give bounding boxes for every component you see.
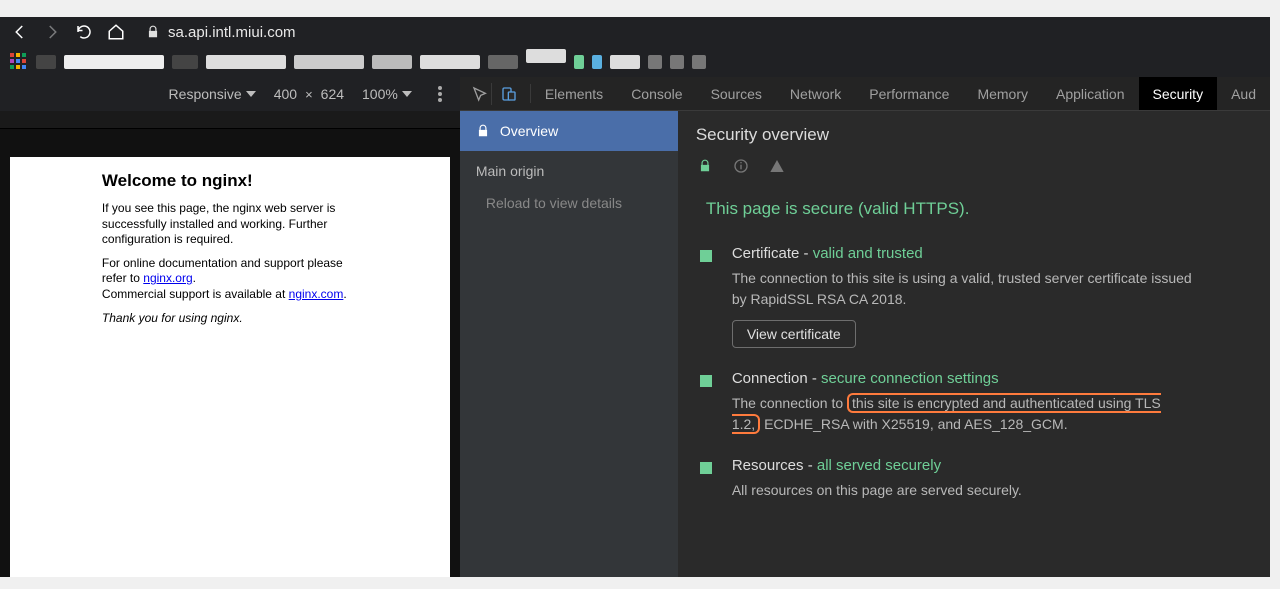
certificate-block: Certificate - valid and trusted The conn… (696, 245, 1252, 348)
chevron-down-icon (246, 91, 256, 97)
url-field[interactable]: sa.api.intl.miui.com (138, 24, 1260, 41)
nginx-thanks: Thank you for using nginx. (102, 311, 358, 327)
device-toggle-icon[interactable] (498, 83, 520, 105)
tab-console[interactable]: Console (617, 77, 696, 110)
bookmark-item[interactable] (610, 55, 640, 69)
address-bar: sa.api.intl.miui.com (0, 17, 1270, 48)
status-square-icon (700, 462, 712, 474)
zoom-selector[interactable]: 100% (362, 86, 412, 102)
resources-desc: All resources on this page are served se… (732, 480, 1192, 501)
view-certificate-button[interactable]: View certificate (732, 320, 856, 348)
bookmark-item[interactable] (420, 55, 480, 69)
viewport-canvas: Welcome to nginx! If you see this page, … (0, 129, 460, 577)
main-split: Responsive 400 × 624 100% (0, 77, 1270, 577)
info-icon (732, 157, 750, 175)
browser-window: sa.api.intl.miui.com Responsive (0, 17, 1270, 577)
certificate-title: Certificate - valid and trusted (732, 245, 1252, 262)
times-icon: × (305, 87, 313, 102)
connection-title: Connection - secure connection settings (732, 370, 1252, 387)
connection-block: Connection - secure connection settings … (696, 370, 1252, 435)
warning-icon (768, 157, 786, 175)
resources-title: Resources - all served securely (732, 457, 1252, 474)
bookmark-item[interactable] (526, 49, 566, 63)
status-square-icon (700, 250, 712, 262)
bookmark-item[interactable] (648, 55, 662, 69)
tab-security[interactable]: Security (1139, 77, 1218, 110)
sidebar-item-overview[interactable]: Overview (460, 111, 678, 151)
back-icon[interactable] (10, 22, 30, 42)
chevron-down-icon (402, 91, 412, 97)
kebab-icon[interactable] (438, 86, 442, 102)
sidebar-reload-hint: Reload to view details (460, 191, 678, 223)
bookmark-item[interactable] (36, 55, 56, 69)
bookmark-item[interactable] (372, 55, 412, 69)
certificate-desc: The connection to this site is using a v… (732, 268, 1192, 310)
bookmark-item[interactable] (574, 55, 584, 69)
bookmark-item[interactable] (488, 55, 518, 69)
bookmark-item[interactable] (294, 55, 364, 69)
tab-sources[interactable]: Sources (697, 77, 776, 110)
rendered-page: Welcome to nginx! If you see this page, … (10, 157, 450, 577)
secure-status-line: This page is secure (valid HTTPS). (696, 199, 1252, 219)
nginx-title: Welcome to nginx! (102, 171, 358, 191)
nginx-paragraph: For online documentation and support ple… (102, 256, 358, 303)
tab-audits[interactable]: Aud (1217, 77, 1270, 110)
reload-icon[interactable] (74, 22, 94, 42)
dimensions: 400 × 624 (274, 86, 344, 102)
lock-icon (476, 124, 490, 138)
bookmark-item[interactable] (670, 55, 684, 69)
bookmark-item[interactable] (206, 55, 286, 69)
inspect-icon[interactable] (470, 83, 492, 105)
bookmark-item[interactable] (172, 55, 198, 69)
status-square-icon (700, 375, 712, 387)
nginx-com-link[interactable]: nginx.com (289, 287, 344, 301)
lock-icon (696, 157, 714, 175)
zoom-label: 100% (362, 86, 398, 102)
tab-network[interactable]: Network (776, 77, 855, 110)
bookmark-item[interactable] (592, 55, 602, 69)
security-sidebar: Overview Main origin Reload to view deta… (460, 111, 678, 577)
sidebar-label: Overview (500, 123, 558, 139)
nginx-org-link[interactable]: nginx.org (143, 271, 192, 285)
home-icon[interactable] (106, 22, 126, 42)
ruler (0, 111, 460, 129)
bookmarks-bar (0, 48, 1270, 77)
tab-application[interactable]: Application (1042, 77, 1139, 110)
device-toolbar: Responsive 400 × 624 100% (0, 77, 460, 111)
device-viewport-column: Responsive 400 × 624 100% (0, 77, 460, 577)
tab-elements[interactable]: Elements (531, 77, 617, 110)
devtools-body: Overview Main origin Reload to view deta… (460, 111, 1270, 577)
tab-memory[interactable]: Memory (963, 77, 1042, 110)
device-selector[interactable]: Responsive (169, 86, 256, 102)
lock-icon (146, 25, 160, 39)
nginx-paragraph: If you see this page, the nginx web serv… (102, 201, 358, 248)
viewport-height[interactable]: 624 (321, 86, 344, 102)
devtools-panel: Elements Console Sources Network Perform… (460, 77, 1270, 577)
device-mode-label: Responsive (169, 86, 242, 102)
security-content: Security overview This page is secure (v… (678, 111, 1270, 577)
viewport-width[interactable]: 400 (274, 86, 297, 102)
url-text: sa.api.intl.miui.com (168, 24, 296, 41)
bookmark-item[interactable] (692, 55, 706, 69)
resources-block: Resources - all served securely All reso… (696, 457, 1252, 501)
security-status-icons (696, 157, 1252, 175)
security-overview-title: Security overview (696, 125, 1252, 145)
devtools-tabs: Elements Console Sources Network Perform… (460, 77, 1270, 111)
sidebar-item-main-origin[interactable]: Main origin (460, 151, 678, 191)
connection-desc: The connection to this site is encrypted… (732, 393, 1192, 435)
bookmark-item[interactable] (64, 55, 164, 69)
tab-performance[interactable]: Performance (855, 77, 963, 110)
forward-icon[interactable] (42, 22, 62, 42)
apps-icon[interactable] (10, 53, 28, 71)
